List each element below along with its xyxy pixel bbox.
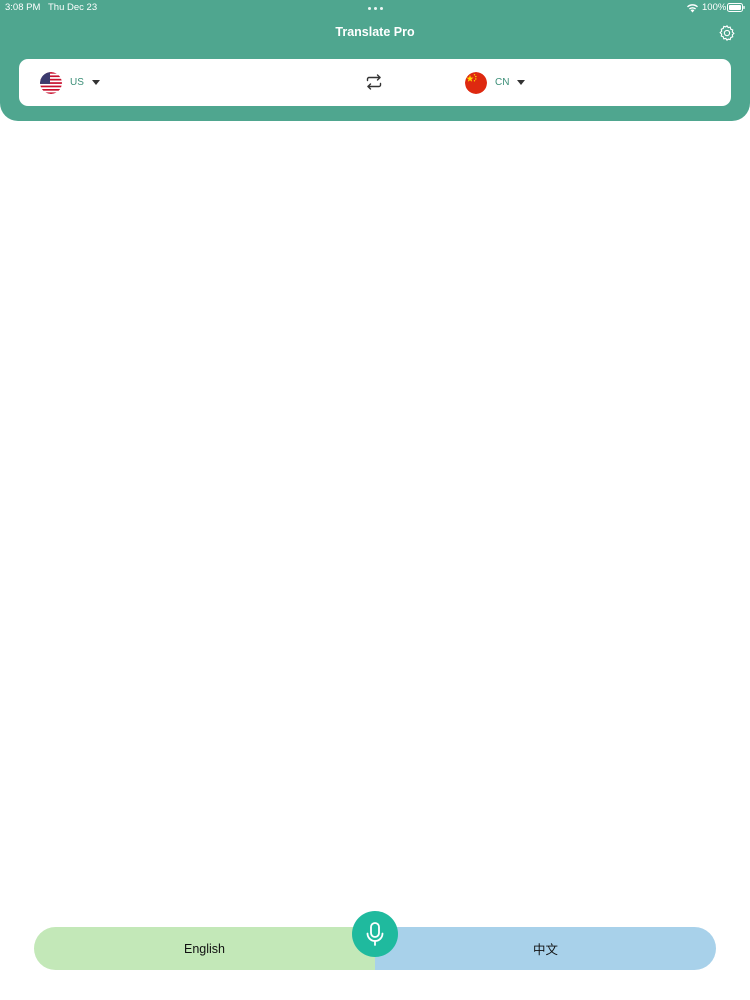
language-selector-card: US CN: [19, 59, 731, 106]
status-bar: 3:08 PM Thu Dec 23 100%: [0, 0, 750, 16]
app-header: 3:08 PM Thu Dec 23 100% Translate Pro US…: [0, 0, 750, 121]
chevron-down-icon: [91, 80, 100, 85]
china-flag-icon: [465, 71, 487, 94]
speak-english-button[interactable]: English: [34, 927, 375, 970]
multitasking-dots-icon[interactable]: [368, 7, 383, 10]
status-date: Thu Dec 23: [48, 2, 98, 13]
speak-chinese-button[interactable]: 中文: [375, 927, 716, 970]
target-language-code: CN: [495, 77, 510, 88]
gear-icon[interactable]: [718, 24, 736, 42]
wifi-icon: [687, 4, 698, 13]
swap-arrows-icon[interactable]: [365, 73, 383, 91]
source-language-code: US: [70, 77, 84, 88]
us-flag-icon: [40, 71, 62, 94]
battery-icon: [727, 3, 745, 12]
target-language-dropdown[interactable]: CN: [465, 59, 526, 106]
microphone-button[interactable]: [352, 911, 398, 957]
translation-content-area: [0, 121, 750, 901]
microphone-icon: [366, 922, 384, 946]
battery-percentage: 100%: [702, 2, 727, 13]
source-language-dropdown[interactable]: US: [40, 59, 100, 106]
chevron-down-icon: [517, 80, 526, 85]
page-title: Translate Pro: [335, 25, 415, 39]
status-time: 3:08 PM: [5, 2, 41, 13]
